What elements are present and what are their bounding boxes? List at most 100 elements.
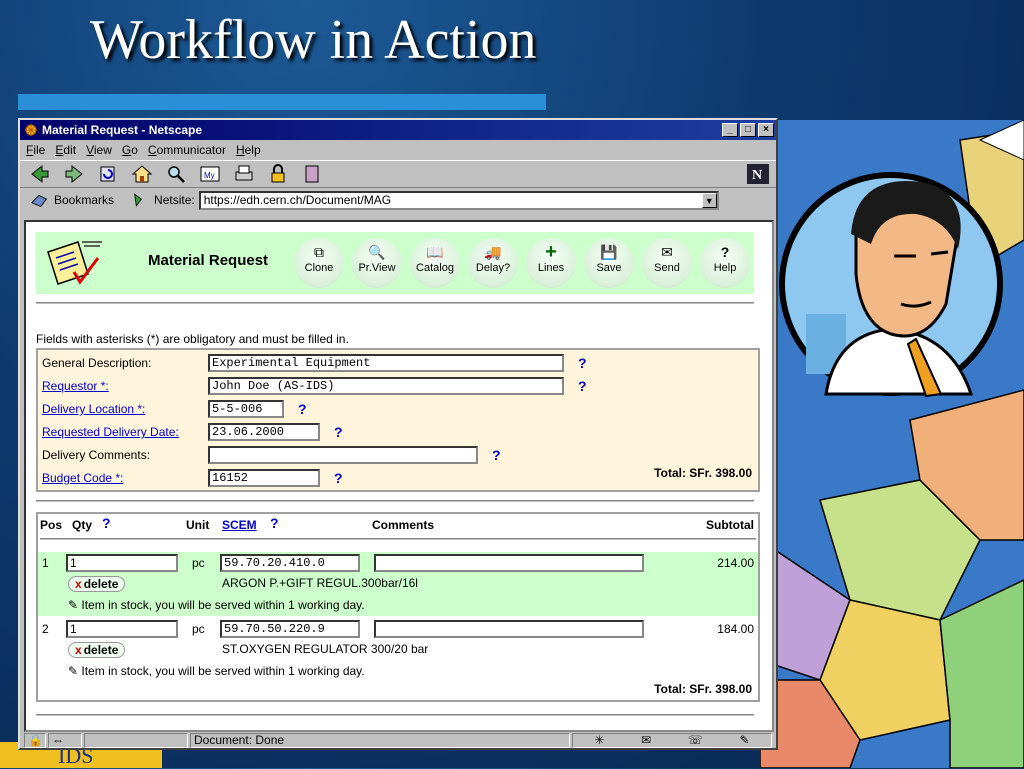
delete-button[interactable]: x delete: [68, 576, 126, 592]
help-question-icon[interactable]: ?: [578, 375, 587, 397]
requestor-link[interactable]: Requestor *:: [42, 375, 109, 397]
scem-input[interactable]: 59.70.20.410.0: [220, 554, 360, 572]
qty-input[interactable]: 1: [66, 554, 178, 572]
svg-text:My: My: [204, 171, 215, 180]
help-button[interactable]: ? Help: [700, 238, 750, 288]
netscape-app-icon: [25, 124, 37, 136]
svg-text:N: N: [752, 168, 762, 183]
menu-view[interactable]: View: [86, 143, 112, 157]
menu-file[interactable]: File: [26, 143, 45, 157]
menu-edit[interactable]: Edit: [55, 143, 76, 157]
bookmarks-label[interactable]: Bookmarks: [54, 193, 114, 207]
clone-icon: ⧉: [314, 244, 324, 260]
field-row-budget-code: Budget Code *: 16152 ?: [40, 467, 760, 489]
composer-icon[interactable]: ✎: [740, 733, 750, 747]
url-dropdown-icon[interactable]: ▼: [701, 192, 717, 208]
help-question-icon[interactable]: ?: [578, 352, 587, 374]
total-amount-top: Total: SFr. 398.00: [654, 466, 752, 480]
window-titlebar[interactable]: Material Request - Netscape _ □ ×: [20, 120, 776, 140]
close-button[interactable]: ×: [758, 123, 774, 137]
note-pencil-icon: ✎: [68, 664, 82, 678]
clone-button[interactable]: ⧉ Clone: [294, 238, 344, 288]
catalog-button[interactable]: 📖 Catalog: [410, 238, 460, 288]
qty-input[interactable]: 1: [66, 620, 178, 638]
print-icon[interactable]: [232, 163, 256, 185]
budget-code-link[interactable]: Budget Code *:: [42, 467, 123, 489]
home-icon[interactable]: [130, 163, 154, 185]
obligatory-fields-note: Fields with asterisks (*) are obligatory…: [36, 332, 349, 346]
total-amount-bottom: Total: SFr. 398.00: [654, 682, 752, 696]
mail-icon[interactable]: ✉: [641, 733, 651, 747]
item-description: ST.OXYGEN REGULATOR 300/20 bar: [222, 642, 429, 656]
item-unit: pc: [192, 556, 205, 570]
header-qty: Qty: [72, 518, 93, 532]
help-question-icon[interactable]: ?: [334, 421, 343, 443]
item-pos: 2: [42, 622, 49, 636]
delete-button[interactable]: x delete: [68, 642, 126, 658]
security-lock-icon[interactable]: [266, 163, 290, 185]
floppy-icon: 💾: [600, 244, 618, 260]
stock-status: ✎ Item in stock, you will be served with…: [68, 598, 365, 612]
lines-button[interactable]: + Lines: [526, 238, 576, 288]
field-row-delivery-location: Delivery Location *: 5-5-006 ?: [40, 398, 760, 420]
help-question-icon[interactable]: ?: [492, 444, 501, 466]
help-question-icon[interactable]: ?: [270, 515, 279, 531]
table-row: 1 1 pc 59.70.20.410.0 214.00 x delete ARG…: [38, 552, 758, 616]
delay-button[interactable]: 🚚 Delay?: [468, 238, 518, 288]
menu-communicator[interactable]: Communicator: [148, 143, 226, 157]
reload-icon[interactable]: [96, 163, 120, 185]
help-question-icon[interactable]: ?: [298, 398, 307, 420]
requestor-input[interactable]: John Doe (AS-IDS): [208, 377, 564, 395]
save-button[interactable]: 💾 Save: [584, 238, 634, 288]
scem-input[interactable]: 59.70.50.220.9: [220, 620, 360, 638]
navigator-icon[interactable]: ✳: [594, 733, 604, 747]
menu-help[interactable]: Help: [236, 143, 261, 157]
location-bar: Bookmarks Netsite: https://edh.cern.ch/D…: [20, 188, 776, 212]
navigation-toolbar: My N: [20, 160, 776, 188]
component-bar[interactable]: ✳ ✉ ☏ ✎: [572, 732, 772, 748]
header-scem-link[interactable]: SCEM: [222, 518, 257, 532]
help-question-icon[interactable]: ?: [102, 515, 111, 531]
magnifier-icon: 🔍: [368, 244, 386, 260]
delivery-location-input[interactable]: 5-5-006: [208, 400, 284, 418]
discussion-icon[interactable]: ☏: [688, 733, 703, 747]
requested-delivery-date-link[interactable]: Requested Delivery Date:: [42, 421, 179, 443]
field-row-requested-delivery-date: Requested Delivery Date: 23.06.2000 ?: [40, 421, 760, 443]
budget-code-input[interactable]: 16152: [208, 469, 320, 487]
menu-go[interactable]: Go: [122, 143, 138, 157]
send-button[interactable]: ✉ Send: [642, 238, 692, 288]
field-row-general-description: General Description: Experimental Equipm…: [40, 352, 760, 374]
maximize-button[interactable]: □: [740, 123, 756, 137]
title-underline-bar: [18, 94, 546, 110]
back-icon[interactable]: [28, 163, 52, 185]
stock-status: ✎ Item in stock, you will be served with…: [68, 664, 365, 678]
delivery-comments-input[interactable]: [208, 446, 478, 464]
divider: [36, 714, 754, 716]
delivery-location-link[interactable]: Delivery Location *:: [42, 398, 145, 420]
comments-input[interactable]: [374, 620, 644, 638]
minimize-button[interactable]: _: [722, 123, 738, 137]
delete-x-icon: x: [75, 577, 82, 591]
table-row: 2 1 pc 59.70.50.220.9 184.00 x delete ST.…: [38, 618, 758, 682]
divider: [40, 538, 756, 540]
my-netscape-icon[interactable]: My: [198, 163, 222, 185]
field-row-requestor: Requestor *: John Doe (AS-IDS) ?: [40, 375, 760, 397]
security-icon[interactable]: 🔒: [24, 732, 46, 748]
requested-delivery-date-input[interactable]: 23.06.2000: [208, 423, 320, 441]
status-bar: 🔒 ⇔ Document: Done ✳ ✉ ☏ ✎: [24, 732, 774, 748]
form-header-panel: Material Request ⧉ Clone 🔍 Pr.View 📖 Catalo…: [36, 232, 754, 294]
netscape-n-icon: N: [747, 164, 769, 184]
bookmarks-icon[interactable]: [28, 189, 50, 211]
search-icon[interactable]: [164, 163, 188, 185]
general-description-input[interactable]: Experimental Equipment: [208, 354, 564, 372]
divider: [36, 500, 754, 502]
window-title: Material Request - Netscape: [42, 123, 203, 137]
url-input[interactable]: https://edh.cern.ch/Document/MAG ▼: [198, 190, 719, 210]
forward-icon[interactable]: [62, 163, 86, 185]
help-question-icon[interactable]: ?: [334, 467, 343, 489]
progress-bar: [84, 732, 188, 748]
comments-input[interactable]: [374, 554, 644, 572]
stop-icon[interactable]: [300, 163, 324, 185]
print-view-button[interactable]: 🔍 Pr.View: [352, 238, 402, 288]
header-pos: Pos: [40, 518, 63, 532]
